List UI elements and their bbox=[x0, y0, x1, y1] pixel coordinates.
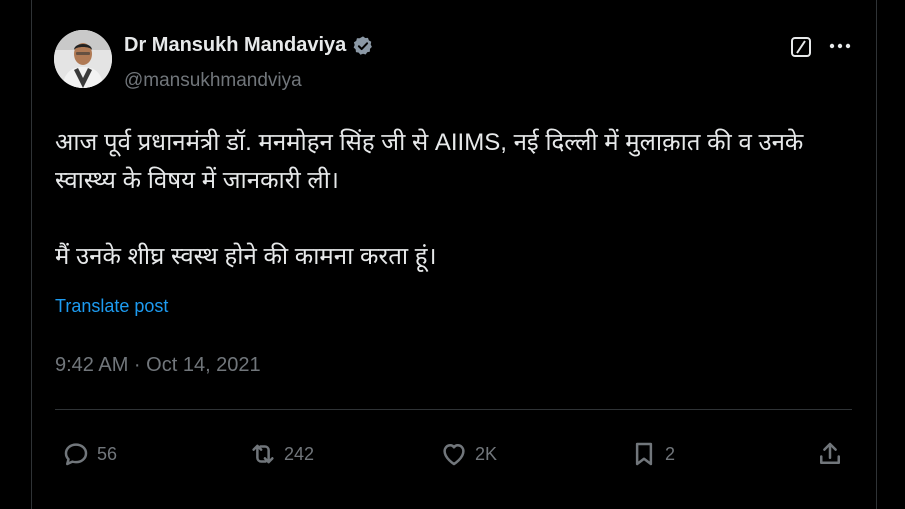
author-display-name[interactable]: Dr Mansukh Mandaviya bbox=[124, 34, 346, 57]
author-name-row: Dr Mansukh Mandaviya bbox=[124, 34, 374, 57]
reply-count: 56 bbox=[97, 443, 118, 464]
repost-icon bbox=[252, 444, 274, 464]
reply-button[interactable]: 56 bbox=[61, 436, 117, 472]
avatar[interactable] bbox=[54, 30, 112, 88]
like-button[interactable]: 2K bbox=[439, 436, 497, 472]
tweet-text: आज पूर्व प्रधानमंत्री डॉ. मनमोहन सिंह जी… bbox=[55, 124, 855, 276]
tweet-text-line: आज पूर्व प्रधानमंत्री डॉ. मनमोहन सिंह जी… bbox=[55, 129, 804, 156]
tweet-text-line: मैं उनके शीघ्र स्वस्थ होने की कामना करता… bbox=[55, 243, 437, 270]
timeline-border-right bbox=[876, 0, 877, 509]
screen: Dr Mansukh Mandaviya @mansukhmandviya आज… bbox=[0, 0, 905, 509]
author-handle[interactable]: @mansukhmandviya bbox=[124, 70, 302, 92]
translate-post-link[interactable]: Translate post bbox=[55, 296, 168, 317]
more-icon[interactable] bbox=[827, 35, 853, 57]
share-button[interactable] bbox=[815, 436, 845, 472]
like-count: 2K bbox=[475, 443, 498, 464]
bookmark-button[interactable]: 2 bbox=[629, 436, 675, 472]
heart-icon bbox=[443, 444, 465, 466]
tweet-timestamp[interactable]: 9:42 AM · Oct 14, 2021 bbox=[55, 354, 261, 377]
verified-badge-icon bbox=[352, 35, 374, 57]
share-icon bbox=[820, 442, 840, 464]
bookmark-icon bbox=[635, 442, 653, 466]
grok-icon[interactable] bbox=[790, 36, 812, 58]
tweet-actions: 56 242 2K 2 bbox=[55, 436, 852, 472]
divider bbox=[55, 409, 852, 410]
bookmark-count: 2 bbox=[665, 443, 676, 464]
tweet-text-line: स्वास्थ्य के विषय में जानकारी ली। bbox=[55, 167, 340, 194]
repost-button[interactable]: 242 bbox=[248, 436, 314, 472]
tweet: Dr Mansukh Mandaviya @mansukhmandviya आज… bbox=[32, 0, 876, 509]
repost-count: 242 bbox=[284, 443, 315, 464]
reply-icon bbox=[64, 443, 88, 466]
